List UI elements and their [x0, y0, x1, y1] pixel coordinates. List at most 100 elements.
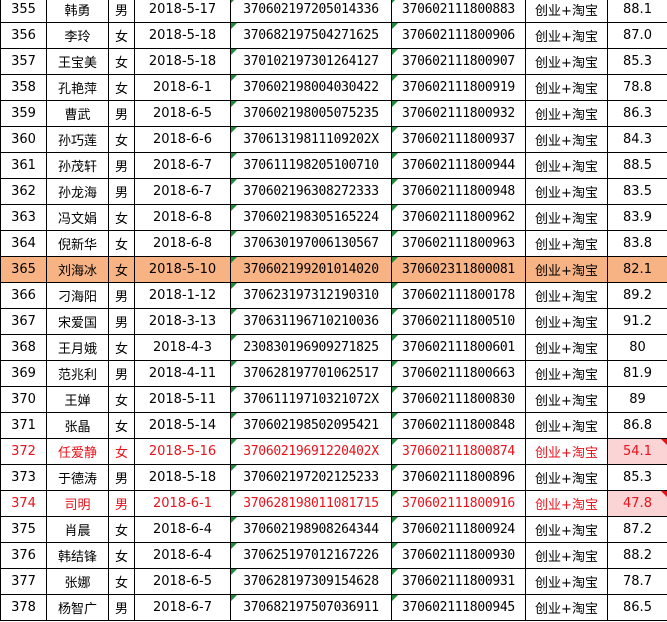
date-cell[interactable]: 2018-6-7	[134, 152, 231, 179]
score-cell[interactable]: 83.5	[607, 178, 667, 205]
name-cell[interactable]: 曹武	[46, 100, 109, 127]
date-cell[interactable]: 2018-5-18	[134, 464, 231, 491]
id-number-cell[interactable]: 370602198502095421	[230, 412, 392, 439]
account-number-cell[interactable]: 370602111800962	[391, 204, 526, 231]
id-number-cell[interactable]: 370102197301264127	[230, 48, 392, 75]
row-number-cell[interactable]: 375	[0, 516, 47, 543]
score-cell[interactable]: 88.5	[607, 152, 667, 179]
row-number-cell[interactable]: 356	[0, 22, 47, 49]
account-number-cell[interactable]: 370602111800906	[391, 22, 526, 49]
id-number-cell[interactable]: 370602196308272333	[230, 178, 392, 205]
score-cell[interactable]: 83.8	[607, 230, 667, 257]
course-cell[interactable]: 创业+淘宝	[525, 438, 608, 465]
name-cell[interactable]: 孔艳萍	[46, 74, 109, 101]
id-number-cell[interactable]: 370682197507036911	[230, 594, 392, 621]
course-cell[interactable]: 创业+淘宝	[525, 178, 608, 205]
course-cell[interactable]: 创业+淘宝	[525, 308, 608, 335]
course-cell[interactable]: 创业+淘宝	[525, 568, 608, 595]
date-cell[interactable]: 2018-5-17	[134, 0, 231, 23]
date-cell[interactable]: 2018-5-11	[134, 386, 231, 413]
row-number-cell[interactable]: 371	[0, 412, 47, 439]
gender-cell[interactable]: 男	[108, 178, 135, 205]
name-cell[interactable]: 孙茂轩	[46, 152, 109, 179]
row-number-cell[interactable]: 359	[0, 100, 47, 127]
name-cell[interactable]: 王月娥	[46, 334, 109, 361]
name-cell[interactable]: 韩结锋	[46, 542, 109, 569]
id-number-cell[interactable]: 370623197312190310	[230, 282, 392, 309]
course-cell[interactable]: 创业+淘宝	[525, 386, 608, 413]
id-number-cell[interactable]: 370631196710210036	[230, 308, 392, 335]
gender-cell[interactable]: 男	[108, 594, 135, 621]
gender-cell[interactable]: 女	[108, 230, 135, 257]
date-cell[interactable]: 2018-6-5	[134, 568, 231, 595]
gender-cell[interactable]: 女	[108, 22, 135, 49]
date-cell[interactable]: 2018-6-8	[134, 230, 231, 257]
date-cell[interactable]: 2018-6-1	[134, 490, 231, 517]
account-number-cell[interactable]: 370602111800948	[391, 178, 526, 205]
date-cell[interactable]: 2018-1-12	[134, 282, 231, 309]
account-number-cell[interactable]: 370602111800930	[391, 542, 526, 569]
gender-cell[interactable]: 男	[108, 308, 135, 335]
account-number-cell[interactable]: 370602111800874	[391, 438, 526, 465]
id-number-cell[interactable]: 370625197012167226	[230, 542, 392, 569]
account-number-cell[interactable]: 370602111800944	[391, 152, 526, 179]
date-cell[interactable]: 2018-5-18	[134, 22, 231, 49]
date-cell[interactable]: 2018-4-11	[134, 360, 231, 387]
date-cell[interactable]: 2018-6-4	[134, 542, 231, 569]
gender-cell[interactable]: 男	[108, 152, 135, 179]
gender-cell[interactable]: 男	[108, 0, 135, 23]
score-cell[interactable]: 82.1	[607, 256, 667, 283]
id-number-cell[interactable]: 370611198205100710	[230, 152, 392, 179]
id-number-cell[interactable]: 370628198011081715	[230, 490, 392, 517]
gender-cell[interactable]: 女	[108, 334, 135, 361]
date-cell[interactable]: 2018-6-4	[134, 516, 231, 543]
course-cell[interactable]: 创业+淘宝	[525, 412, 608, 439]
gender-cell[interactable]: 女	[108, 48, 135, 75]
account-number-cell[interactable]: 370602111800896	[391, 464, 526, 491]
course-cell[interactable]: 创业+淘宝	[525, 360, 608, 387]
account-number-cell[interactable]: 370602111800883	[391, 0, 526, 23]
row-number-cell[interactable]: 367	[0, 308, 47, 335]
course-cell[interactable]: 创业+淘宝	[525, 490, 608, 517]
id-number-cell[interactable]: 370682197504271625	[230, 22, 392, 49]
date-cell[interactable]: 2018-5-16	[134, 438, 231, 465]
name-cell[interactable]: 韩勇	[46, 0, 109, 23]
account-number-cell[interactable]: 370602111800510	[391, 308, 526, 335]
course-cell[interactable]: 创业+淘宝	[525, 152, 608, 179]
row-number-cell[interactable]: 355	[0, 0, 47, 23]
account-number-cell[interactable]: 370602111800937	[391, 126, 526, 153]
score-cell[interactable]: 85.3	[607, 48, 667, 75]
score-cell[interactable]: 89.2	[607, 282, 667, 309]
gender-cell[interactable]: 女	[108, 256, 135, 283]
id-number-cell[interactable]: 370602198305165224	[230, 204, 392, 231]
score-cell[interactable]: 83.9	[607, 204, 667, 231]
score-cell[interactable]: 81.9	[607, 360, 667, 387]
row-number-cell[interactable]: 364	[0, 230, 47, 257]
id-number-cell[interactable]: 37060219691220402X	[230, 438, 392, 465]
date-cell[interactable]: 2018-6-5	[134, 100, 231, 127]
course-cell[interactable]: 创业+淘宝	[525, 464, 608, 491]
account-number-cell[interactable]: 370602111800907	[391, 48, 526, 75]
course-cell[interactable]: 创业+淘宝	[525, 516, 608, 543]
account-number-cell[interactable]: 370602111800916	[391, 490, 526, 517]
score-cell[interactable]: 87.0	[607, 22, 667, 49]
course-cell[interactable]: 创业+淘宝	[525, 204, 608, 231]
account-number-cell[interactable]: 370602111800931	[391, 568, 526, 595]
row-number-cell[interactable]: 370	[0, 386, 47, 413]
course-cell[interactable]: 创业+淘宝	[525, 74, 608, 101]
name-cell[interactable]: 冯文娟	[46, 204, 109, 231]
score-cell[interactable]: 78.8	[607, 74, 667, 101]
gender-cell[interactable]: 女	[108, 204, 135, 231]
course-cell[interactable]: 创业+淘宝	[525, 334, 608, 361]
row-number-cell[interactable]: 368	[0, 334, 47, 361]
gender-cell[interactable]: 男	[108, 100, 135, 127]
account-number-cell[interactable]: 370602111800932	[391, 100, 526, 127]
score-cell[interactable]: 91.2	[607, 308, 667, 335]
account-number-cell[interactable]: 370602111800924	[391, 516, 526, 543]
row-number-cell[interactable]: 362	[0, 178, 47, 205]
gender-cell[interactable]: 女	[108, 542, 135, 569]
row-number-cell[interactable]: 372	[0, 438, 47, 465]
name-cell[interactable]: 肖晨	[46, 516, 109, 543]
name-cell[interactable]: 任爱静	[46, 438, 109, 465]
name-cell[interactable]: 倪新华	[46, 230, 109, 257]
